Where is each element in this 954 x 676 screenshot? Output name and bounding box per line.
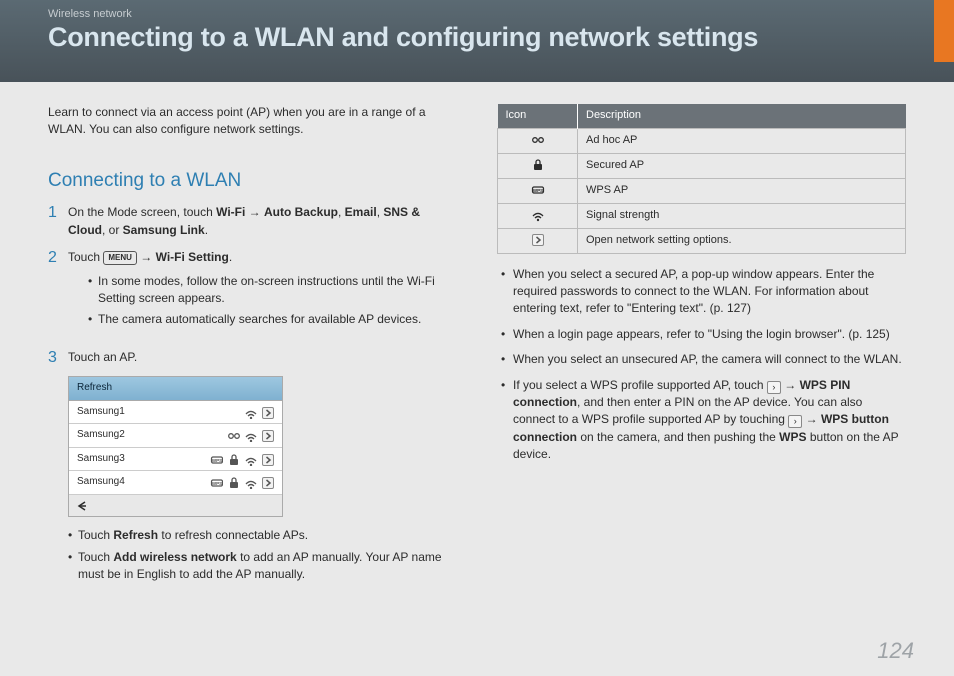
bold: Wi-Fi Setting <box>156 250 229 264</box>
arrow: → <box>137 250 156 264</box>
arrow: → <box>245 205 264 219</box>
chevron-right-icon[interactable] <box>261 406 274 419</box>
intro-text: Learn to connect via an access point (AP… <box>48 104 457 139</box>
text: Touch <box>78 550 113 564</box>
chevron-right-icon[interactable] <box>261 476 274 489</box>
text: Touch <box>68 250 103 264</box>
bullet: When a login page appears, refer to "Usi… <box>501 326 906 343</box>
bold: Email <box>345 205 377 219</box>
lock-icon <box>227 453 240 466</box>
section-heading: Connecting to a WLAN <box>48 167 457 195</box>
page-number: 124 <box>877 638 914 664</box>
lock-icon <box>531 158 545 172</box>
text: on the camera, and then pushing the <box>577 430 779 444</box>
page-title: Connecting to a WLAN and configuring net… <box>48 22 906 53</box>
table-row: Signal strength <box>498 203 906 228</box>
bullet: In some modes, follow the on-screen inst… <box>88 273 457 308</box>
text: , or <box>102 223 123 237</box>
ap-row[interactable]: Samsung4 <box>69 471 282 495</box>
table-cell: Secured AP <box>578 153 906 178</box>
wifi-icon <box>244 476 257 489</box>
table-cell: WPS AP <box>578 178 906 203</box>
arrow: → <box>802 412 821 426</box>
text: to refresh connectable APs. <box>158 528 308 542</box>
table-cell: Ad hoc AP <box>578 128 906 153</box>
step-3: 3 Touch an AP. <box>48 349 457 367</box>
ap-name: Samsung4 <box>77 475 125 490</box>
wifi-icon <box>531 208 545 222</box>
bullet: Touch Refresh to refresh connectable APs… <box>68 527 457 544</box>
lock-icon <box>227 476 240 489</box>
step-body: Touch an AP. <box>68 349 457 367</box>
adhoc-icon <box>227 429 240 442</box>
chevron-right-icon <box>531 233 545 247</box>
right-column: Icon Description Ad hoc AP Secured AP WP… <box>497 104 906 593</box>
page-header: Wireless network Connecting to a WLAN an… <box>0 0 954 82</box>
ap-row[interactable]: Samsung2 <box>69 424 282 448</box>
text: . <box>205 223 208 237</box>
text: Touch an AP. <box>68 350 137 364</box>
bold: Refresh <box>113 528 158 542</box>
text: If you select a WPS profile supported AP… <box>513 378 767 392</box>
table-row: Ad hoc AP <box>498 128 906 153</box>
back-icon <box>75 499 89 513</box>
ap-name: Samsung3 <box>77 452 125 467</box>
bold: Samsung Link <box>123 223 205 237</box>
table-row: Open network setting options. <box>498 228 906 253</box>
chevron-right-icon[interactable] <box>261 453 274 466</box>
bold: WPS <box>779 430 806 444</box>
ap-row[interactable]: Samsung1 <box>69 401 282 425</box>
bullet: Touch Add wireless network to add an AP … <box>68 549 457 584</box>
table-header: Icon <box>498 104 578 128</box>
table-row: WPS AP <box>498 178 906 203</box>
chevron-right-icon: › <box>767 381 781 394</box>
ap-list-panel: Refresh Samsung1 Samsung2 Samsung3 Samsu… <box>68 376 283 517</box>
step-body: On the Mode screen, touch Wi-Fi → Auto B… <box>68 204 457 239</box>
text: , <box>338 205 345 219</box>
wps-icon <box>210 453 223 466</box>
table-cell: Open network setting options. <box>578 228 906 253</box>
ap-name: Samsung2 <box>77 428 125 443</box>
breadcrumb: Wireless network <box>48 8 906 20</box>
ap-name: Samsung1 <box>77 405 125 420</box>
text: On the Mode screen, touch <box>68 205 216 219</box>
step-1: 1 On the Mode screen, touch Wi-Fi → Auto… <box>48 204 457 239</box>
wifi-icon <box>244 453 257 466</box>
step-number: 2 <box>48 249 68 339</box>
icon-table: Icon Description Ad hoc AP Secured AP WP… <box>497 104 906 254</box>
adhoc-icon <box>531 133 545 147</box>
page-tab-accent <box>934 0 954 62</box>
chevron-right-icon: › <box>788 415 802 428</box>
bold: Add wireless network <box>113 550 236 564</box>
bullet: If you select a WPS profile supported AP… <box>501 377 906 464</box>
step-number: 1 <box>48 204 68 239</box>
bold: Wi-Fi <box>216 205 245 219</box>
wps-icon <box>531 183 545 197</box>
bold: Auto Backup <box>264 205 338 219</box>
step-2: 2 Touch MENU → Wi-Fi Setting. In some mo… <box>48 249 457 339</box>
bullet: When you select an unsecured AP, the cam… <box>501 351 906 368</box>
wifi-icon <box>244 429 257 442</box>
ap-row[interactable]: Samsung3 <box>69 448 282 472</box>
ap-back-button[interactable] <box>69 495 282 516</box>
table-cell: Signal strength <box>578 203 906 228</box>
chevron-right-icon[interactable] <box>261 429 274 442</box>
text: . <box>229 250 232 264</box>
refresh-button[interactable]: Refresh <box>69 377 282 401</box>
table-row: Secured AP <box>498 153 906 178</box>
table-header: Description <box>578 104 906 128</box>
step-body: Touch MENU → Wi-Fi Setting. In some mode… <box>68 249 457 339</box>
wps-icon <box>210 476 223 489</box>
bullet: When you select a secured AP, a pop-up w… <box>501 266 906 318</box>
arrow: → <box>781 378 800 392</box>
menu-icon: MENU <box>103 251 137 265</box>
step-number: 3 <box>48 349 68 367</box>
left-column: Learn to connect via an access point (AP… <box>48 104 457 593</box>
bullet: The camera automatically searches for av… <box>88 311 457 328</box>
wifi-icon <box>244 406 257 419</box>
text: Touch <box>78 528 113 542</box>
